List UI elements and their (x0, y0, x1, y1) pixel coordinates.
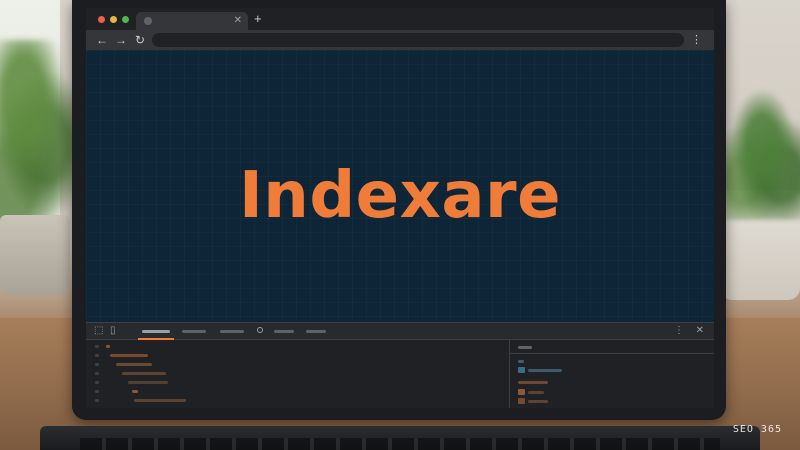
code-line[interactable] (132, 390, 138, 393)
reload-icon[interactable]: ↻ (135, 32, 145, 48)
code-line[interactable] (134, 399, 186, 402)
tab-close-icon[interactable]: ✕ (234, 13, 242, 29)
devtools-tab-console[interactable] (182, 330, 206, 333)
forward-arrow-icon[interactable]: → (115, 32, 127, 48)
styles-header (510, 340, 714, 354)
style-rule (528, 391, 544, 394)
color-swatch[interactable] (518, 367, 525, 373)
devtools-tab-performance[interactable] (306, 330, 326, 333)
devtools-menu-icon[interactable]: ⋮ (674, 324, 684, 338)
browser-menu-icon[interactable]: ⋮ (691, 32, 702, 48)
globe-icon (144, 17, 152, 25)
styles-tab[interactable] (518, 346, 532, 349)
line-number (95, 390, 99, 393)
devtools-panel: ⬚ ▯ ⋮ ✕ (86, 322, 714, 408)
style-rule (518, 381, 548, 384)
code-line[interactable] (116, 363, 152, 366)
window-maximize-button[interactable] (122, 16, 129, 23)
new-tab-button[interactable]: + (254, 10, 262, 28)
styles-pane (510, 340, 714, 408)
elements-tree (86, 340, 510, 408)
address-bar[interactable] (152, 33, 684, 47)
page-viewport: Indexare (86, 50, 714, 322)
devtools-tab-sources[interactable] (220, 330, 244, 333)
line-number (95, 354, 99, 357)
devtools-tab-network[interactable] (274, 330, 294, 333)
hero-title: Indexare (238, 159, 562, 233)
style-rule (518, 360, 524, 363)
devtools-tab-elements[interactable] (142, 330, 170, 333)
laptop-screen: ✕ + ← → ↻ ⋮ Indexare ⬚ ▯ ⋮ ✕ (86, 8, 714, 408)
color-swatch[interactable] (518, 398, 525, 404)
code-line[interactable] (122, 372, 166, 375)
back-arrow-icon[interactable]: ← (96, 32, 108, 48)
style-rule (528, 369, 562, 372)
record-icon[interactable] (257, 327, 263, 333)
inspect-element-icon[interactable]: ⬚ (94, 324, 103, 338)
line-number (95, 399, 99, 402)
code-line[interactable] (106, 345, 110, 348)
watermark-text: SEO 365 (732, 424, 782, 435)
line-number (95, 345, 99, 348)
device-toggle-icon[interactable]: ▯ (110, 324, 116, 338)
code-line[interactable] (128, 381, 168, 384)
devtools-toolbar: ⬚ ▯ ⋮ ✕ (86, 323, 714, 340)
plant-pot-left (0, 215, 70, 295)
code-line[interactable] (110, 354, 148, 357)
plant-right (715, 90, 800, 220)
browser-tab[interactable]: ✕ (136, 12, 248, 30)
browser-toolbar: ← → ↻ ⋮ (86, 30, 714, 50)
style-rule (528, 400, 548, 403)
tab-strip: ✕ + (86, 8, 714, 30)
devtools-close-icon[interactable]: ✕ (696, 324, 704, 338)
line-number (95, 363, 99, 366)
window-close-button[interactable] (98, 16, 105, 23)
keyboard-keys (80, 438, 720, 450)
color-swatch[interactable] (518, 389, 525, 395)
window-minimize-button[interactable] (110, 16, 117, 23)
line-number (95, 381, 99, 384)
line-number (95, 372, 99, 375)
